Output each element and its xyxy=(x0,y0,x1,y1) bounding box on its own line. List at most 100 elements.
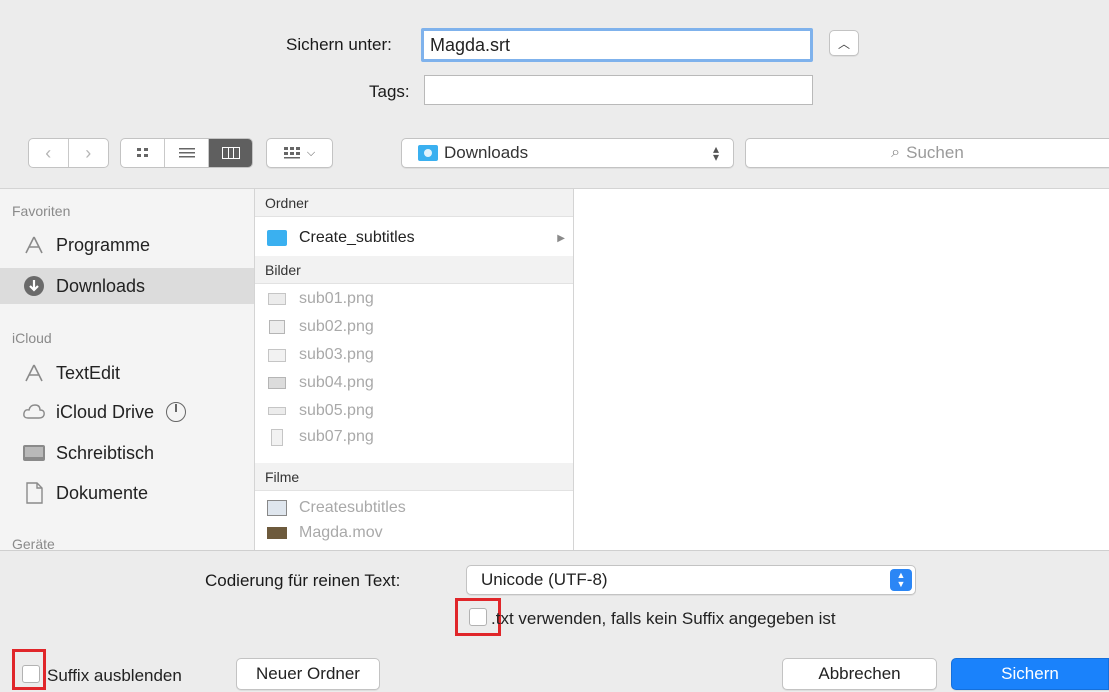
sidebar-header-favorites: Favoriten xyxy=(12,203,71,219)
popup-stepper-icon: ▲ ▼ xyxy=(890,569,912,591)
txt-suffix-label: .txt verwenden, falls kein Suffix angege… xyxy=(491,609,836,628)
encoding-popup[interactable]: Unicode (UTF-8) ▲ ▼ xyxy=(466,565,916,595)
desktop-icon xyxy=(22,441,46,465)
chevron-down-icon: ⌵ xyxy=(306,146,316,159)
tags-field[interactable] xyxy=(424,75,813,105)
sidebar-header-icloud: iCloud xyxy=(12,330,52,346)
disclosure-arrow-icon: ▶ xyxy=(557,232,565,244)
group-header-movies: Filme xyxy=(255,463,573,491)
hide-suffix-label: Suffix ausblenden xyxy=(47,666,182,685)
save-as-field[interactable]: Magda.srt xyxy=(421,28,813,62)
column-view-icon xyxy=(221,147,240,159)
sidebar-item-icloud-drive[interactable]: iCloud Drive xyxy=(0,394,254,430)
preview-column xyxy=(574,188,1109,551)
arrange-button[interactable]: ⌵ xyxy=(266,138,333,168)
sidebar: Favoriten Programme Downloads iCloud Tex… xyxy=(0,188,254,551)
file-name: sub07.png xyxy=(299,428,374,445)
file-row[interactable]: sub04.png xyxy=(255,369,573,397)
back-forward-group: ‹ › xyxy=(28,138,109,168)
search-field[interactable]: ⌕ Suchen xyxy=(745,138,1109,168)
chevron-up-icon: ︿ xyxy=(837,36,850,51)
image-file-icon xyxy=(267,291,287,307)
forward-button[interactable]: › xyxy=(69,139,109,167)
sidebar-item-downloads[interactable]: Downloads xyxy=(0,268,254,304)
sidebar-item-label: TextEdit xyxy=(56,362,121,383)
sidebar-item-programme[interactable]: Programme xyxy=(0,227,254,263)
new-folder-button[interactable]: Neuer Ordner xyxy=(236,658,380,690)
save-as-label: Sichern unter: xyxy=(286,35,392,54)
folder-name: Create_subtitles xyxy=(299,229,415,246)
image-file-icon xyxy=(267,375,287,391)
cancel-button[interactable]: Abbrechen xyxy=(782,658,937,690)
apps-icon xyxy=(22,361,46,385)
chevron-right-icon: › xyxy=(85,142,92,163)
sidebar-item-label: Dokumente xyxy=(56,482,149,503)
sidebar-item-label: iCloud Drive xyxy=(56,401,155,422)
file-row[interactable]: Createsubtitles xyxy=(255,494,573,522)
file-column: Ordner Create_subtitles ▶ Bilder sub01.p… xyxy=(254,188,574,550)
hide-suffix-checkbox[interactable] xyxy=(22,665,40,683)
file-row[interactable]: sub01.png xyxy=(255,285,573,313)
sidebar-item-label: Schreibtisch xyxy=(56,442,155,463)
group-header-images: Bilder xyxy=(255,256,573,284)
file-name: Magda.mov xyxy=(299,524,383,541)
arrange-grid-icon xyxy=(283,147,300,159)
document-icon xyxy=(22,481,46,505)
save-as-value: Magda.srt xyxy=(430,34,511,55)
accessory-panel: Codierung für reinen Text: Unicode (UTF-… xyxy=(0,550,1109,692)
downloads-folder-icon xyxy=(418,145,438,161)
encoding-label: Codierung für reinen Text: xyxy=(205,571,401,590)
expand-button[interactable]: ︿ xyxy=(829,30,859,56)
downloads-icon xyxy=(22,274,46,298)
movie-file-icon xyxy=(267,500,287,516)
sidebar-item-label: Programme xyxy=(56,234,151,255)
view-mode-group xyxy=(120,138,253,168)
save-button[interactable]: Sichern xyxy=(951,658,1109,690)
updown-chevron-icon: ▴ ▾ xyxy=(712,142,719,164)
file-row[interactable]: sub07.png xyxy=(255,423,573,451)
list-view-icon xyxy=(178,148,195,158)
search-icon: ⌕ xyxy=(891,144,901,161)
sidebar-item-schreibtisch[interactable]: Schreibtisch xyxy=(0,435,254,471)
sidebar-item-label: Downloads xyxy=(56,275,146,296)
sidebar-item-dokumente[interactable]: Dokumente xyxy=(0,475,254,511)
list-view-button[interactable] xyxy=(165,139,209,167)
group-header-folders: Ordner xyxy=(255,189,573,217)
file-name: sub05.png xyxy=(299,402,374,419)
sidebar-item-textedit[interactable]: TextEdit xyxy=(0,355,254,391)
file-name: sub02.png xyxy=(299,318,374,335)
folder-icon xyxy=(267,230,287,246)
file-row[interactable]: sub03.png xyxy=(255,341,573,369)
file-name: sub01.png xyxy=(299,290,374,307)
tags-label: Tags: xyxy=(369,82,410,101)
chevron-left-icon: ‹ xyxy=(45,142,52,163)
sync-progress-icon xyxy=(166,402,187,422)
movie-file-icon xyxy=(267,525,287,541)
encoding-value: Unicode (UTF-8) xyxy=(481,570,608,589)
image-file-icon xyxy=(267,347,287,363)
location-popup[interactable]: Downloads ▴ ▾ xyxy=(401,138,734,168)
new-folder-label: Neuer Ordner xyxy=(256,664,360,683)
sidebar-header-devices: Geräte xyxy=(12,536,55,551)
file-row[interactable]: Magda.mov xyxy=(255,519,573,547)
search-placeholder: Suchen xyxy=(906,143,964,162)
file-row[interactable]: sub05.png xyxy=(255,397,573,425)
icon-view-icon xyxy=(136,148,148,157)
file-name: sub03.png xyxy=(299,346,374,363)
file-name: sub04.png xyxy=(299,374,374,391)
cloud-icon xyxy=(22,400,46,424)
image-file-icon xyxy=(267,428,287,446)
image-file-icon xyxy=(267,403,287,419)
column-view-button[interactable] xyxy=(209,139,252,167)
save-label: Sichern xyxy=(1001,664,1059,683)
file-row[interactable]: sub02.png xyxy=(255,313,573,341)
folder-row[interactable]: Create_subtitles ▶ xyxy=(255,224,573,252)
cancel-label: Abbrechen xyxy=(818,664,901,683)
back-button[interactable]: ‹ xyxy=(29,139,69,167)
location-label: Downloads xyxy=(444,143,529,162)
apps-icon xyxy=(22,233,46,257)
image-file-icon xyxy=(267,319,287,335)
file-name: Createsubtitles xyxy=(299,499,406,516)
txt-suffix-checkbox[interactable] xyxy=(469,608,487,626)
icon-view-button[interactable] xyxy=(121,139,165,167)
